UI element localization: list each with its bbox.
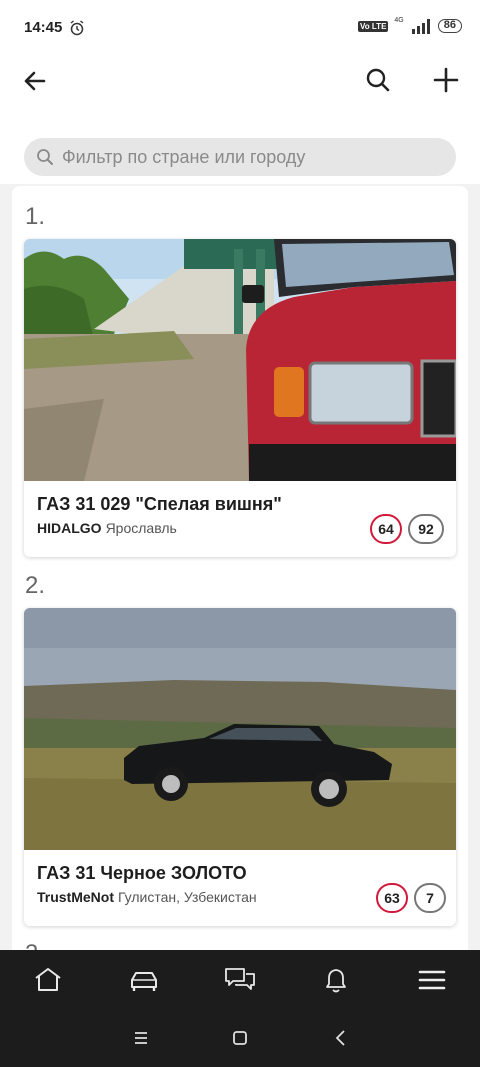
battery-indicator: 86 (437, 19, 462, 33)
home-square-icon[interactable] (230, 1028, 250, 1048)
rating-badge: 64 (370, 514, 402, 544)
status-bar: 14:45 Vo LTE 4G 86 (0, 0, 480, 56)
recent-apps-icon[interactable] (131, 1028, 151, 1048)
bottom-navigation (0, 950, 480, 1010)
author-name[interactable]: HIDALGO (37, 520, 102, 536)
filter-input[interactable] (62, 138, 442, 176)
home-icon[interactable] (32, 965, 64, 995)
car-photo[interactable] (24, 608, 456, 850)
count-badge: 7 (414, 883, 446, 913)
car-title[interactable]: ГАЗ 31 029 "Спелая вишня" (37, 494, 282, 515)
car-card[interactable]: ГАЗ 31 029 "Спелая вишня" HIDALGO Ярослав… (24, 239, 456, 557)
car-photo[interactable] (24, 239, 456, 481)
plus-icon[interactable] (432, 66, 460, 94)
bell-icon[interactable] (320, 965, 352, 995)
city-name: Ярославль (105, 520, 177, 536)
search-icon (37, 149, 53, 165)
car-card[interactable]: ГАЗ 31 Черное ЗОЛОТО TrustMeNot Гулистан,… (24, 608, 456, 926)
count-badge: 92 (408, 514, 444, 544)
messages-icon[interactable] (224, 965, 256, 995)
rank-number: 1. (25, 203, 46, 230)
garage-car-icon[interactable] (128, 965, 160, 995)
rating-badge: 63 (376, 883, 408, 913)
top-app-bar (0, 56, 480, 128)
network-type: 4G (394, 16, 404, 24)
system-navigation (0, 1010, 480, 1067)
arrow-left-icon[interactable] (20, 66, 50, 96)
status-time: 14:45 (24, 19, 63, 36)
filter-field[interactable] (24, 138, 456, 176)
city-name: Гулистан, Узбекистан (118, 889, 257, 905)
menu-icon[interactable] (416, 965, 448, 995)
car-owner-line: TrustMeNot Гулистан, Узбекистан (37, 889, 257, 905)
alarm-icon (70, 20, 84, 36)
car-owner-line: HIDALGO Ярославль (37, 520, 177, 536)
rank-number: 2. (25, 572, 46, 599)
signal-icon (411, 19, 430, 34)
author-name[interactable]: TrustMeNot (37, 889, 114, 905)
car-title[interactable]: ГАЗ 31 Черное ЗОЛОТО (37, 863, 247, 884)
search-icon[interactable] (364, 66, 392, 94)
volte-indicator: Vo LTE (358, 20, 389, 32)
filter-bar (0, 128, 480, 184)
back-chevron-icon[interactable] (331, 1028, 351, 1048)
